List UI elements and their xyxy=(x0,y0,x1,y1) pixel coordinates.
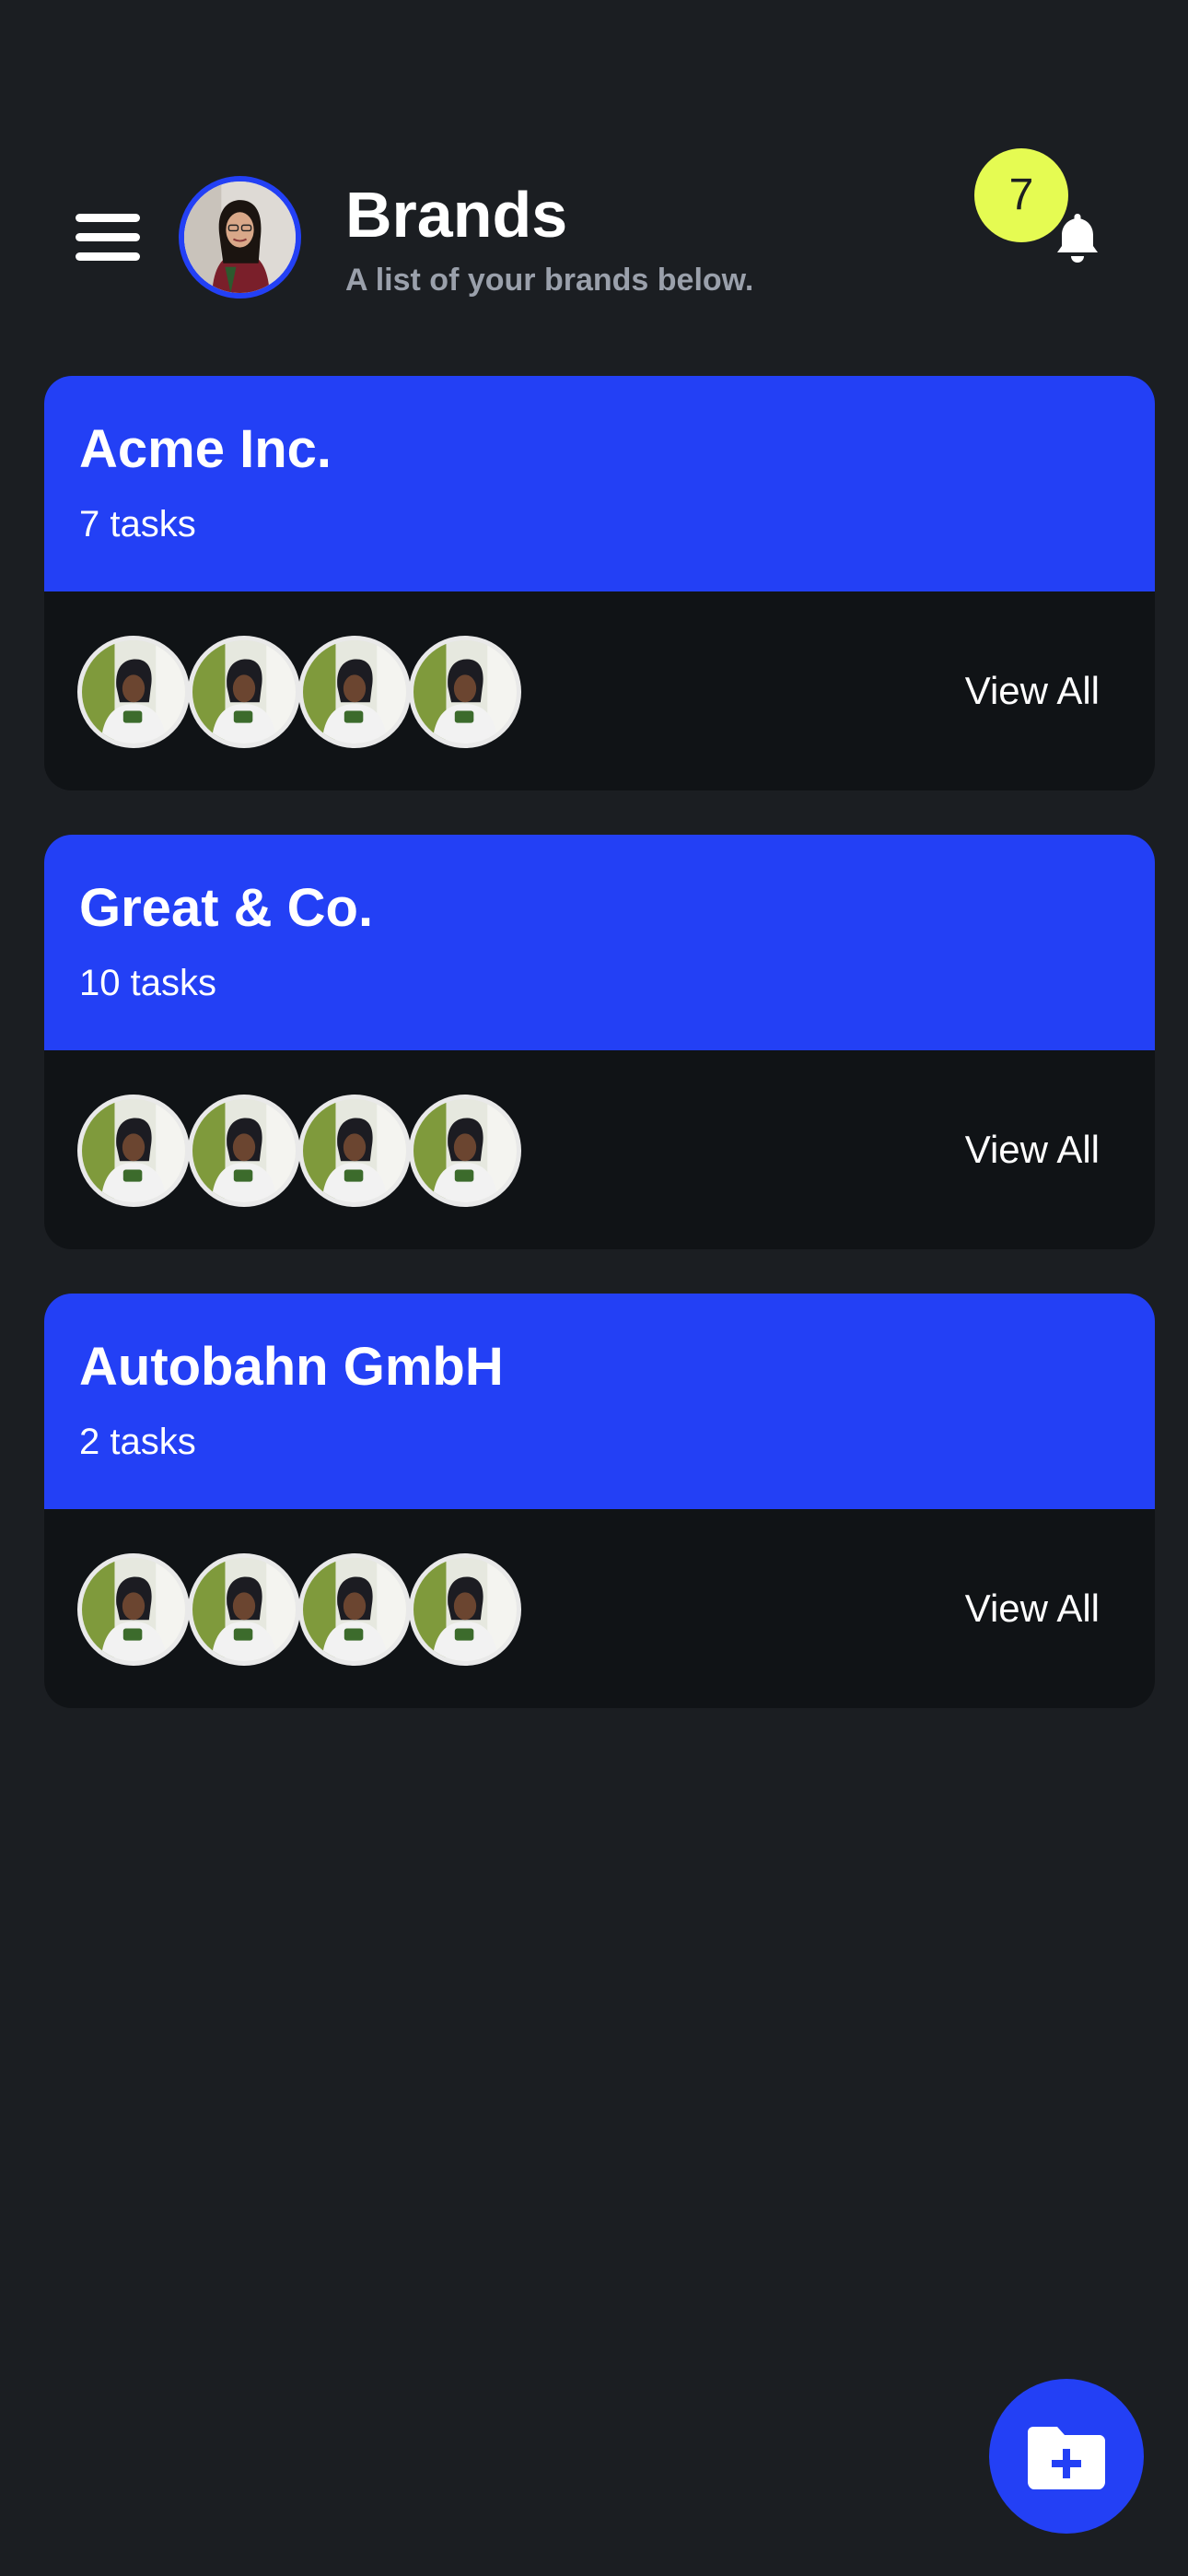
member-avatar[interactable] xyxy=(298,1095,411,1207)
member-avatar[interactable] xyxy=(409,1095,521,1207)
brand-card-footer: View All xyxy=(44,591,1155,790)
user-portrait-image xyxy=(184,181,296,293)
brand-task-count: 7 tasks xyxy=(79,504,196,544)
member-avatar[interactable] xyxy=(77,636,190,748)
brand-card[interactable]: Great & Co. 10 tasks View All xyxy=(44,835,1155,1249)
member-avatar[interactable] xyxy=(298,1553,411,1666)
brand-name: Great & Co. xyxy=(79,878,374,938)
member-avatar[interactable] xyxy=(188,636,300,748)
menu-line xyxy=(76,233,140,241)
brand-card-header[interactable]: Acme Inc. 7 tasks xyxy=(44,376,1155,591)
brand-name: Autobahn GmbH xyxy=(79,1337,504,1397)
title-block: Brands A list of your brands below. xyxy=(345,173,990,300)
notification-badge[interactable]: 7 xyxy=(974,148,1068,242)
view-all-link[interactable]: View All xyxy=(965,1583,1100,1634)
menu-line xyxy=(76,252,140,261)
member-avatar[interactable] xyxy=(188,1553,300,1666)
member-avatar[interactable] xyxy=(188,1095,300,1207)
view-all-link[interactable]: View All xyxy=(965,1124,1100,1176)
brands-screen: Brands A list of your brands below. 7 Ac… xyxy=(0,0,1188,2576)
brand-card-header[interactable]: Autobahn GmbH 2 tasks xyxy=(44,1294,1155,1509)
member-avatar[interactable] xyxy=(409,1553,521,1666)
brand-card[interactable]: Acme Inc. 7 tasks View All xyxy=(44,376,1155,790)
page-subtitle: A list of your brands below. xyxy=(345,263,754,298)
user-avatar[interactable] xyxy=(179,176,301,299)
member-avatar[interactable] xyxy=(298,636,411,748)
add-brand-button[interactable] xyxy=(989,2379,1144,2534)
brand-card-footer: View All xyxy=(44,1509,1155,1708)
folder-add-icon xyxy=(1028,2427,1105,2489)
menu-line xyxy=(76,214,140,222)
brand-task-count: 2 tasks xyxy=(79,1422,196,1462)
member-avatar[interactable] xyxy=(77,1553,190,1666)
brand-card-header[interactable]: Great & Co. 10 tasks xyxy=(44,835,1155,1050)
page-title: Brands xyxy=(345,179,568,251)
brand-card-footer: View All xyxy=(44,1050,1155,1249)
brand-task-count: 10 tasks xyxy=(79,963,216,1003)
hamburger-menu-icon[interactable] xyxy=(76,214,140,262)
member-avatar[interactable] xyxy=(77,1095,190,1207)
app-header: Brands A list of your brands below. 7 xyxy=(0,0,1188,350)
member-avatar[interactable] xyxy=(409,636,521,748)
brand-name: Acme Inc. xyxy=(79,419,332,479)
brand-card[interactable]: Autobahn GmbH 2 tasks View All xyxy=(44,1294,1155,1708)
view-all-link[interactable]: View All xyxy=(965,665,1100,717)
